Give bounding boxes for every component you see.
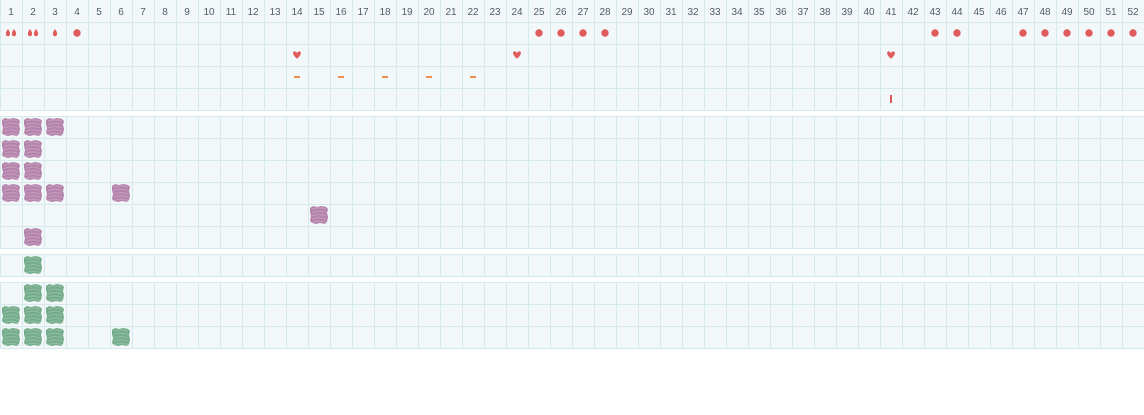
dot-icon <box>1129 29 1137 37</box>
week-label: 41 <box>885 7 897 18</box>
week-label: 46 <box>995 7 1007 18</box>
week-label: 27 <box>577 7 589 18</box>
week-label: 21 <box>445 7 457 18</box>
scribble-blob-icon <box>24 328 42 346</box>
scribble-blob-icon <box>2 162 20 180</box>
dash-icon <box>470 76 476 78</box>
scribble-blob-icon <box>46 118 64 136</box>
dot-icon <box>1107 29 1115 37</box>
scribble-blob-icon <box>24 284 42 302</box>
week-label: 23 <box>489 7 501 18</box>
scribble-blob-icon <box>310 206 328 224</box>
week-label: 32 <box>687 7 699 18</box>
week-label: 22 <box>467 7 479 18</box>
week-label: 50 <box>1083 7 1095 18</box>
scribble-blob-icon <box>112 184 130 202</box>
scribble-blob-icon <box>2 118 20 136</box>
dot-icon <box>579 29 587 37</box>
week-label: 26 <box>555 7 567 18</box>
scribble-blob-icon <box>24 228 42 246</box>
scribble-blob-icon <box>24 256 42 274</box>
week-label: 42 <box>907 7 919 18</box>
scribble-blob-icon <box>24 306 42 324</box>
week-label: 5 <box>96 7 102 18</box>
week-label: 45 <box>973 7 985 18</box>
week-label: 12 <box>247 7 259 18</box>
tick-icon <box>890 95 892 103</box>
dot-icon <box>73 29 81 37</box>
week-label: 9 <box>184 7 190 18</box>
week-label: 40 <box>863 7 875 18</box>
scribble-blob-icon <box>24 140 42 158</box>
dot-icon <box>953 29 961 37</box>
week-label: 6 <box>118 7 124 18</box>
scribble-blob-icon <box>24 118 42 136</box>
week-label: 14 <box>291 7 303 18</box>
week-label: 18 <box>379 7 391 18</box>
dot-icon <box>931 29 939 37</box>
scribble-blob-icon <box>112 328 130 346</box>
week-label: 30 <box>643 7 655 18</box>
scribble-blob-icon <box>24 184 42 202</box>
scribble-blob-icon <box>24 162 42 180</box>
dot-icon <box>535 29 543 37</box>
week-label: 34 <box>731 7 743 18</box>
dash-icon <box>426 76 432 78</box>
week-label: 16 <box>335 7 347 18</box>
scribble-blob-icon <box>2 306 20 324</box>
week-label: 20 <box>423 7 435 18</box>
week-label: 29 <box>621 7 633 18</box>
week-label: 48 <box>1039 7 1051 18</box>
scribble-blob-icon <box>46 184 64 202</box>
week-label: 31 <box>665 7 677 18</box>
week-label: 35 <box>753 7 765 18</box>
scribble-blob-icon <box>2 140 20 158</box>
week-tracker-chart: 1 2 3 4 5 6 7 8 9 10 11 12 13 14 15 16 17 18 19 20 21 22 23 24 2… <box>0 0 1144 415</box>
dot-icon <box>1019 29 1027 37</box>
week-label: 25 <box>533 7 545 18</box>
week-label: 8 <box>162 7 168 18</box>
dot-icon <box>557 29 565 37</box>
scribble-blob-icon <box>46 328 64 346</box>
dot-icon <box>601 29 609 37</box>
dot-icon <box>1041 29 1049 37</box>
week-label: 19 <box>401 7 413 18</box>
week-label: 37 <box>797 7 809 18</box>
week-label: 49 <box>1061 7 1073 18</box>
week-label: 17 <box>357 7 369 18</box>
dash-icon <box>294 76 300 78</box>
week-label: 39 <box>841 7 853 18</box>
week-label: 15 <box>313 7 325 18</box>
week-label: 33 <box>709 7 721 18</box>
week-label: 28 <box>599 7 611 18</box>
dot-icon <box>1085 29 1093 37</box>
scribble-blob-icon <box>2 328 20 346</box>
week-label: 11 <box>226 7 237 18</box>
week-label: 47 <box>1017 7 1029 18</box>
scribble-blob-icon <box>2 184 20 202</box>
week-label: 10 <box>203 7 215 18</box>
dash-icon <box>338 76 344 78</box>
week-label: 38 <box>819 7 831 18</box>
week-label: 3 <box>52 7 58 18</box>
week-label: 13 <box>269 7 281 18</box>
week-label: 2 <box>30 7 36 18</box>
week-label: 52 <box>1127 7 1139 18</box>
week-label: 51 <box>1105 7 1117 18</box>
scribble-blob-icon <box>46 284 64 302</box>
week-label: 7 <box>140 7 146 18</box>
week-label: 44 <box>951 7 963 18</box>
scribble-blob-icon <box>46 306 64 324</box>
dash-icon <box>382 76 388 78</box>
week-label: 4 <box>74 7 80 18</box>
week-label: 36 <box>775 7 787 18</box>
week-label: 24 <box>511 7 523 18</box>
tracker-grid: 1 2 3 4 5 6 7 8 9 10 11 12 13 14 15 16 17 18 19 20 21 22 23 24 2… <box>0 0 1144 349</box>
week-label: 1 <box>8 7 14 18</box>
dot-icon <box>1063 29 1071 37</box>
week-label: 43 <box>929 7 941 18</box>
